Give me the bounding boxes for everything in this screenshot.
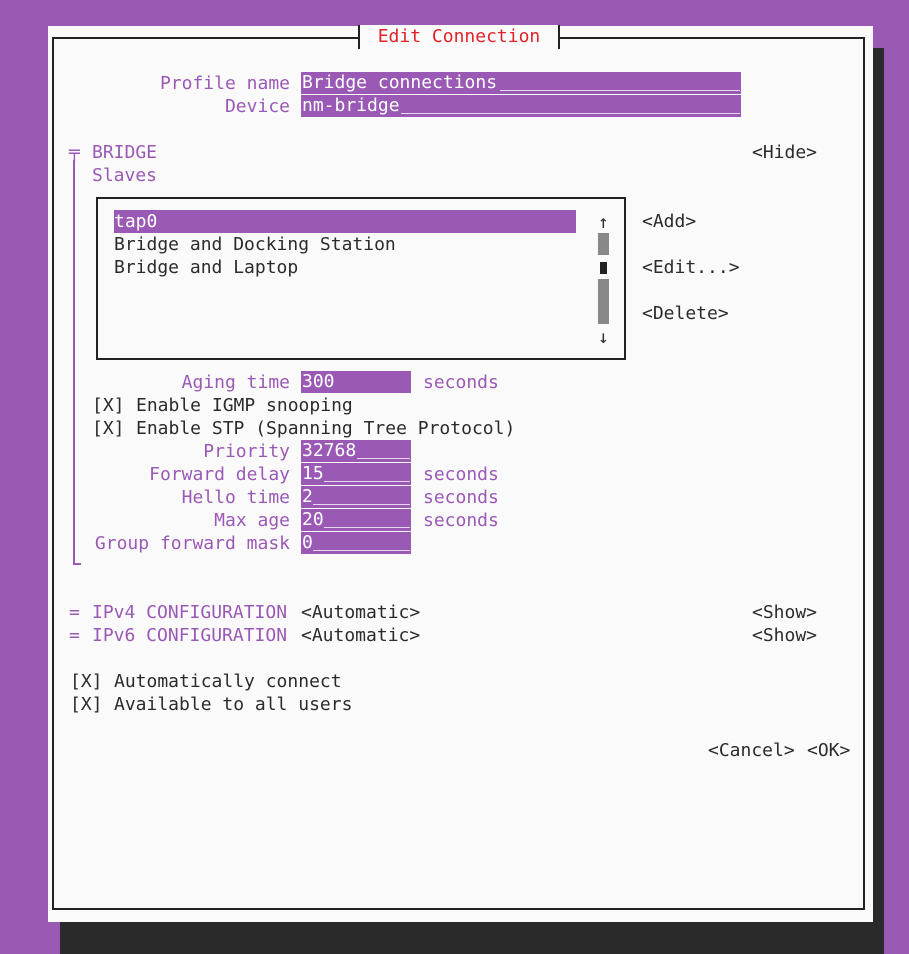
slave-item-laptop[interactable]: Bridge and Laptop [114,256,298,279]
device-underline [401,113,740,114]
max-age-input[interactable]: 20 [301,509,411,531]
profile-name-value: Bridge connections [302,72,498,93]
all-users-label: Available to all users [114,694,353,715]
priority-underline [357,458,410,459]
slaves-label: Slaves [92,165,158,186]
auto-connect-label: Automatically connect [114,671,342,692]
max-age-unit: seconds [423,510,499,531]
max-age-label: Max age [214,510,290,531]
hello-time-input[interactable]: 2 [301,486,411,508]
ipv4-section-label: IPv4 CONFIGURATION [92,602,288,623]
hello-time-underline [313,504,410,505]
device-input[interactable]: nm-bridge [301,95,741,117]
stp-checkbox[interactable]: [X] [92,417,125,440]
forward-delay-label: Forward delay [149,464,290,485]
igmp-checkbox[interactable]: [X] [92,394,125,417]
max-age-underline [324,527,410,528]
forward-delay-unit: seconds [423,464,499,485]
scrollbar-track-upper[interactable] [598,233,609,255]
add-slave-button[interactable]: <Add> [642,210,696,233]
hello-time-unit: seconds [423,487,499,508]
device-label: Device [224,96,290,117]
priority-label: Priority [203,441,290,462]
max-age-value: 20 [302,509,324,530]
forward-delay-input[interactable]: 15 [301,463,411,485]
group-forward-mask-value: 0 [302,532,313,553]
edit-slave-button[interactable]: <Edit...> [642,256,740,279]
ipv6-section-label: IPv6 CONFIGURATION [92,625,288,646]
scroll-down-arrow-icon[interactable]: ↓ [598,326,609,349]
dialog-shadow-bottom [60,922,884,954]
profile-name-input[interactable]: Bridge connections [301,72,741,94]
group-forward-mask-input[interactable]: 0 [301,532,411,554]
bridge-section-bracket [73,160,75,565]
device-value: nm-bridge [302,95,400,116]
igmp-label: Enable IGMP snooping [136,395,353,416]
priority-input[interactable]: 32768 [301,440,411,462]
slaves-list-selection [114,210,576,233]
ipv4-expand-marker[interactable]: = [69,601,80,624]
profile-name-underline [500,90,740,91]
hello-time-value: 2 [302,486,313,507]
aging-time-unit: seconds [423,372,499,393]
dialog-title: Edit Connection [358,25,560,49]
auto-connect-checkbox[interactable]: [X] [70,670,103,693]
ipv4-mode-button[interactable]: <Automatic> [301,601,420,624]
ipv4-show-button[interactable]: <Show> [752,601,817,624]
scroll-up-arrow-icon[interactable]: ↑ [598,211,609,234]
forward-delay-value: 15 [302,463,324,484]
cancel-button[interactable]: <Cancel> [708,739,795,762]
bridge-section-bracket-end [73,563,81,565]
ok-button[interactable]: <OK> [807,739,850,762]
bridge-section-label: BRIDGE [92,142,158,163]
group-forward-mask-label: Group forward mask [94,533,290,554]
slave-item-tap0[interactable]: tap0 [114,210,157,233]
scrollbar-track-lower[interactable] [598,279,609,324]
aging-time-input[interactable]: 300 [301,371,411,393]
delete-slave-button[interactable]: <Delete> [642,302,729,325]
aging-time-value: 300 [302,371,335,392]
ipv6-expand-marker[interactable]: = [69,624,80,647]
all-users-checkbox[interactable]: [X] [70,693,103,716]
forward-delay-underline [324,481,410,482]
ipv6-mode-button[interactable]: <Automatic> [301,624,420,647]
group-forward-mask-underline [313,550,410,551]
dialog-shadow-right [873,48,884,954]
priority-value: 32768 [302,440,357,461]
profile-name-label: Profile name [159,73,290,94]
bridge-hide-button[interactable]: <Hide> [752,141,817,164]
slave-item-docking[interactable]: Bridge and Docking Station [114,233,396,256]
ipv6-show-button[interactable]: <Show> [752,624,817,647]
hello-time-label: Hello time [181,487,290,508]
aging-time-label: Aging time [181,372,290,393]
scrollbar-thumb[interactable] [600,262,607,274]
stp-label: Enable STP (Spanning Tree Protocol) [136,418,516,439]
